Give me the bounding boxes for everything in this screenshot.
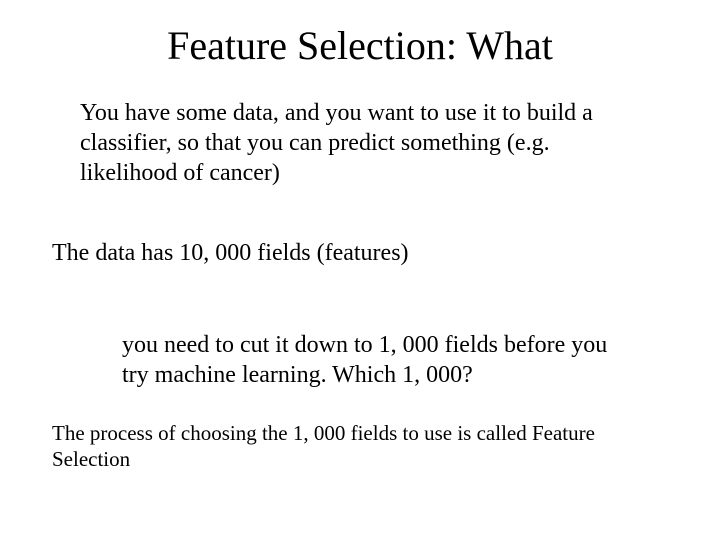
slide-title: Feature Selection: What [0, 22, 720, 69]
paragraph-fields: The data has 10, 000 fields (features) [52, 238, 652, 268]
slide: Feature Selection: What You have some da… [0, 0, 720, 540]
paragraph-intro: You have some data, and you want to use … [80, 98, 640, 188]
paragraph-cutdown: you need to cut it down to 1, 000 fields… [122, 330, 632, 390]
paragraph-definition: The process of choosing the 1, 000 field… [52, 420, 652, 473]
